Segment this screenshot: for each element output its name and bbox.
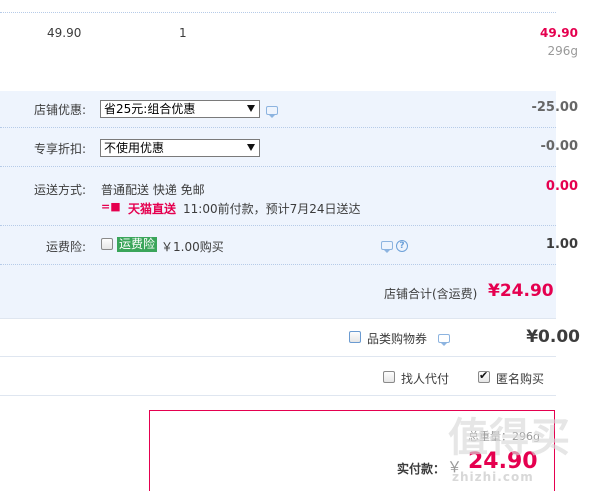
dropdown-arrow-icon: [247, 105, 255, 112]
item-subtotal: 49.90: [540, 26, 578, 40]
proxy-pay-checkbox[interactable]: [383, 371, 395, 383]
divider: [0, 166, 556, 167]
insurance-checkbox[interactable]: [101, 238, 113, 250]
shop-discount-select[interactable]: 省25元:组合优惠: [100, 100, 260, 118]
tmall-logo-icon: =■: [101, 200, 121, 213]
item-weight: 296g: [547, 44, 578, 58]
insurance-label: 运费险:: [45, 240, 86, 254]
divider: [0, 264, 556, 265]
help-icon[interactable]: ?: [396, 240, 408, 252]
delivery-note: 11:00前付款，预计7月24日送达: [183, 202, 361, 216]
coupon-checkbox[interactable]: [349, 331, 361, 343]
shop-discount-label: 店铺优惠:: [33, 103, 86, 117]
divider: [0, 356, 556, 357]
insurance-price: ￥1.00购买: [161, 240, 224, 254]
divider: [0, 12, 556, 13]
proxy-pay-label: 找人代付: [401, 372, 450, 386]
shipping-value: 0.00: [545, 179, 578, 194]
payment-label: 实付款：: [397, 462, 446, 476]
chat-icon[interactable]: [381, 241, 393, 253]
coupon-value: ¥0.00: [526, 327, 580, 347]
anonymous-checkbox[interactable]: [478, 369, 490, 383]
exclusive-discount-select[interactable]: 不使用优惠: [100, 139, 260, 157]
tmall-direct-label: 天猫直送: [128, 202, 177, 216]
insurance-value: 1.00: [545, 237, 578, 252]
watermark-url: zhizhi.com: [452, 470, 534, 484]
chat-icon[interactable]: [438, 334, 450, 346]
coupon-label: 品类购物券: [367, 332, 428, 346]
exclusive-discount-label: 专享折扣:: [33, 142, 86, 156]
divider: [0, 225, 556, 226]
exclusive-discount-value: -0.00: [540, 139, 578, 154]
insurance-badge: 运费险: [117, 237, 158, 252]
divider: [0, 395, 556, 396]
chat-icon[interactable]: [266, 106, 278, 118]
watermark-logo: 值得买: [448, 415, 571, 461]
shop-total-value: ¥24.90: [488, 281, 554, 301]
dropdown-arrow-icon: [247, 144, 255, 151]
shop-total-label: 店铺合计(含运费): [384, 287, 478, 301]
shipping-method: 普通配送 快递 免邮: [101, 183, 205, 197]
unit-price: 49.90: [47, 26, 82, 40]
shop-discount-value: -25.00: [531, 100, 578, 115]
divider: [0, 318, 556, 319]
exclusive-discount-selected: 不使用优惠: [104, 141, 165, 155]
shop-discount-selected: 省25元:组合优惠: [104, 102, 196, 116]
divider: [0, 127, 556, 128]
shipping-label: 运送方式:: [33, 183, 86, 197]
anonymous-label: 匿名购买: [496, 372, 545, 386]
quantity: 1: [179, 26, 187, 40]
